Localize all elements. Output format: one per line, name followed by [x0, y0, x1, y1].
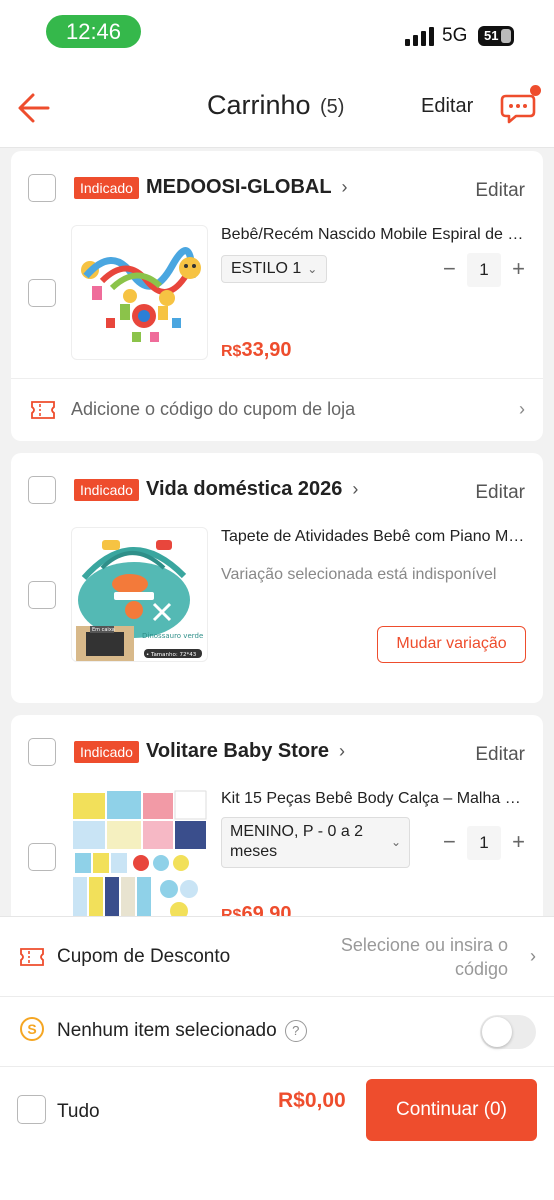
help-icon[interactable]: ? — [284, 1020, 307, 1042]
notification-dot — [530, 85, 541, 96]
coupon-ticket-icon — [31, 401, 55, 419]
shop-edit-button[interactable]: Editar — [475, 482, 525, 504]
variant-label-line2: meses — [230, 843, 278, 860]
battery-level: 51 — [484, 28, 499, 43]
chevron-down-icon: ⌄ — [307, 262, 318, 276]
coins-label: Nenhum item selecionado? — [57, 1020, 307, 1042]
shop-checkbox[interactable] — [28, 476, 56, 504]
network-type: 5G — [442, 25, 468, 46]
shop-name[interactable]: MEDOOSI-GLOBAL › — [146, 176, 348, 199]
decrease-button[interactable]: − — [443, 256, 456, 282]
shop-checkbox[interactable] — [28, 738, 56, 766]
recommended-badge: Indicado — [74, 741, 139, 763]
product-image[interactable] — [71, 789, 208, 916]
coin-icon: S — [20, 1017, 44, 1041]
shop-name-label: Volitare Baby Store — [146, 740, 330, 762]
discount-coupon-row[interactable]: Cupom de Desconto Selecione ou insira o … — [0, 917, 554, 997]
chevron-right-icon: › — [339, 741, 346, 761]
cart-count: (5) — [320, 96, 345, 118]
spiral-mobile-image — [81, 247, 201, 342]
change-variant-button[interactable]: Mudar variação — [377, 626, 526, 663]
coins-toggle[interactable] — [480, 1015, 536, 1049]
battery-icon: 51 — [478, 26, 514, 46]
status-bar: 12:46 5G 51 — [0, 0, 554, 70]
chevron-down-icon: ⌄ — [390, 835, 401, 849]
shop-card: Indicado Volitare Baby Store › Editar Kit… — [11, 715, 543, 916]
shop-name-label: Vida doméstica 2026 — [146, 478, 343, 500]
product-name[interactable]: Bebê/Recém Nascido Mobile Espiral de Pel… — [221, 226, 526, 244]
shop-card: Indicado MEDOOSI-GLOBAL › Editar Bebê/Rec… — [11, 151, 543, 441]
product-image[interactable] — [71, 225, 208, 360]
shop-coupon-text: Adicione o código do cupom de loja — [71, 399, 356, 419]
cart-total: R$0,00 — [278, 1089, 346, 1112]
recommended-badge: Indicado — [74, 479, 139, 501]
shop-checkbox[interactable] — [28, 174, 56, 202]
product-checkbox[interactable] — [28, 581, 56, 609]
quantity-stepper: − 1 + — [443, 253, 525, 287]
page-title: Carrinho — [207, 90, 311, 120]
shop-coupon-row[interactable]: Adicione o código do cupom de loja › — [11, 378, 543, 440]
checkout-panel: Cupom de Desconto Selecione ou insira o … — [0, 916, 554, 1200]
variant-label: ESTILO 1 — [231, 260, 302, 277]
chevron-right-icon: › — [341, 177, 348, 197]
thumb-box-label: Em caixa — [92, 627, 115, 633]
cart-header: Carrinho (5) Editar — [0, 70, 554, 148]
product-name[interactable]: Tapete de Atividades Bebê com Piano Musi… — [221, 528, 526, 546]
checkout-button[interactable]: Continuar (0) — [366, 1079, 537, 1141]
status-time: 12:46 — [46, 15, 141, 48]
increase-button[interactable]: + — [512, 256, 525, 282]
quantity-stepper: − 1 + — [443, 826, 525, 860]
decrease-button[interactable]: − — [443, 829, 456, 855]
chevron-right-icon: › — [352, 479, 359, 499]
price-currency: R$ — [221, 907, 242, 916]
product-name[interactable]: Kit 15 Peças Bebê Body Calça – Malha de … — [221, 790, 526, 808]
coins-row: S Nenhum item selecionado? — [0, 997, 554, 1067]
baby-clothes-kit-image — [73, 790, 207, 916]
quantity-value[interactable]: 1 — [467, 253, 501, 287]
recommended-badge: Indicado — [74, 177, 139, 199]
price-value: 33,90 — [241, 339, 292, 361]
edit-cart-button[interactable]: Editar — [421, 95, 473, 118]
product-checkbox[interactable] — [28, 279, 56, 307]
variant-selector[interactable]: MENINO, P - 0 a 2 meses ⌄ — [221, 817, 410, 868]
back-arrow-icon[interactable] — [16, 90, 54, 126]
shop-name[interactable]: Vida doméstica 2026 › — [146, 478, 358, 501]
coins-label-text: Nenhum item selecionado — [57, 1020, 277, 1041]
shop-edit-button[interactable]: Editar — [475, 744, 525, 766]
shop-name-label: MEDOOSI-GLOBAL — [146, 176, 332, 198]
signal-icon — [405, 26, 435, 46]
select-all-label[interactable]: Tudo — [57, 1101, 100, 1123]
chevron-right-icon: › — [519, 399, 525, 419]
select-all-checkbox[interactable] — [17, 1095, 46, 1124]
variant-unavailable-text: Variação selecionada está indisponível — [221, 566, 497, 583]
thumb-caption: Dinossauro verde — [142, 632, 203, 640]
increase-button[interactable]: + — [512, 829, 525, 855]
product-image[interactable]: Em caixa Dinossauro verde • Tamanho: 72*… — [71, 527, 208, 662]
product-checkbox[interactable] — [28, 843, 56, 871]
activity-mat-image: Em caixa Dinossauro verde • Tamanho: 72*… — [76, 536, 203, 661]
product-price: R$69,90 — [221, 903, 292, 916]
variant-label: MENINO, P - 0 a 2 — [230, 823, 364, 840]
chevron-right-icon: › — [530, 946, 536, 966]
thumb-size: • Tamanho: 72*43 — [146, 652, 197, 658]
product-price: R$33,90 — [221, 339, 292, 362]
coupon-ticket-icon — [20, 948, 44, 966]
price-value: 69,90 — [241, 903, 292, 916]
shop-name[interactable]: Volitare Baby Store › — [146, 740, 345, 763]
price-currency: R$ — [221, 343, 242, 360]
quantity-value[interactable]: 1 — [467, 826, 501, 860]
shop-edit-button[interactable]: Editar — [475, 180, 525, 202]
shop-card: Indicado Vida doméstica 2026 › Editar Em … — [11, 453, 543, 703]
discount-coupon-label: Cupom de Desconto — [57, 946, 231, 967]
variant-selector[interactable]: ESTILO 1 ⌄ — [221, 255, 328, 283]
discount-coupon-hint: Selecione ou insira o código — [340, 935, 508, 979]
